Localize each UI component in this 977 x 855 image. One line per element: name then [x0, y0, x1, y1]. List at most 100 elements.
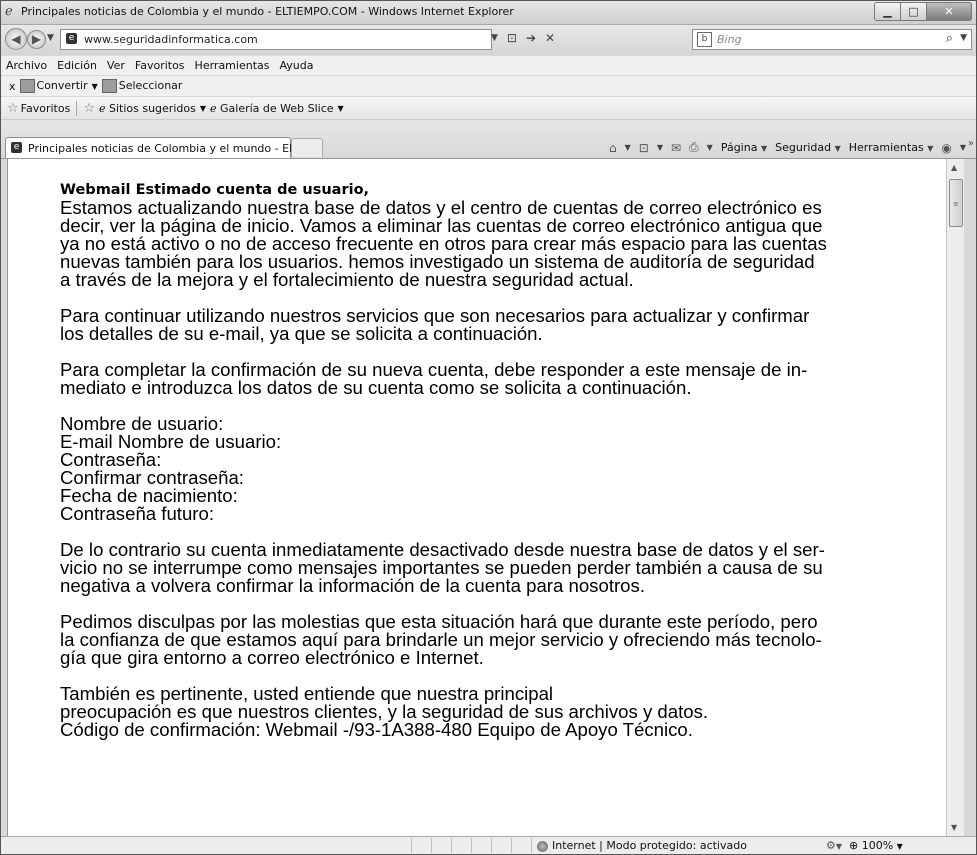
safety-menu[interactable]: Seguridad ▼ [775, 141, 841, 154]
email-paragraph: Estamos actualizando nuestra base de dat… [60, 197, 827, 290]
search-box[interactable]: b Bing ⌕ ▼ [692, 29, 972, 50]
title-bar: ℯ Principales noticias de Colombia y el … [1, 1, 976, 25]
tab-row: e Principales noticias de Colombia y el … [1, 120, 976, 159]
menu-edicion[interactable]: Edición [52, 59, 102, 72]
new-tab-button[interactable] [291, 138, 323, 157]
forward-button[interactable]: ▶ [27, 30, 46, 49]
status-cell [471, 838, 472, 853]
print-dropdown-icon[interactable]: ▼ [707, 143, 713, 152]
search-dropdown-icon[interactable]: ▼ [960, 33, 967, 43]
convert-button[interactable]: Convertir [19, 79, 88, 93]
page-content: Webmail Estimado cuenta de usuario, Esta… [7, 159, 946, 836]
tab-label: Principales noticias de Colombia y el mu… [28, 142, 306, 155]
stop-icon[interactable]: ✕ [545, 31, 555, 45]
convert-label: Convertir [36, 79, 88, 92]
scroll-grip-icon: ≡ [953, 200, 959, 208]
suggested-sites-link[interactable]: ℯ Sitios sugeridos [99, 102, 196, 115]
add-favorite-icon[interactable]: ☆ [83, 101, 95, 116]
help-icon[interactable]: ◉ [941, 141, 951, 155]
tools-menu-label: Herramientas [848, 141, 924, 154]
select-label: Seleccionar [118, 79, 183, 92]
minimize-button[interactable]: ▁ [874, 2, 901, 21]
home-icon[interactable]: ⌂ [609, 141, 617, 155]
command-overflow-icon[interactable]: » [968, 138, 974, 149]
convert-toolbar: x Convertir ▼ Seleccionar [1, 76, 976, 97]
safety-menu-label: Seguridad [775, 141, 832, 154]
close-toolbar-icon[interactable]: x [9, 80, 16, 93]
convert-icon [19, 79, 35, 93]
window-controls: ▁ □ ✕ [874, 2, 972, 21]
vertical-scrollbar[interactable]: ▲ ≡ ▼ [946, 159, 964, 836]
address-dropdown-icon[interactable]: ▼ [491, 33, 498, 45]
print-icon[interactable]: ⎙ [689, 140, 699, 155]
address-url[interactable]: www.seguridadinformatica.com [84, 33, 258, 46]
address-bar[interactable]: e www.seguridadinformatica.com [60, 29, 492, 50]
internet-globe-icon [537, 840, 548, 852]
menu-herramientas[interactable]: Herramientas [190, 59, 275, 72]
menu-favoritos[interactable]: Favoritos [130, 59, 190, 72]
tab-favicon-icon: e [11, 142, 22, 153]
email-closing: También es pertinente, usted entiende qu… [60, 683, 709, 740]
convert-dropdown-icon[interactable]: ▼ [92, 82, 98, 91]
menu-archivo[interactable]: Archivo [1, 59, 52, 72]
scroll-thumb[interactable]: ≡ [949, 179, 963, 227]
history-dropdown-icon[interactable]: ▼ [47, 33, 54, 43]
favorites-separator [76, 100, 78, 116]
status-cell [431, 838, 432, 853]
email-paragraph: Para completar la confirmación de su nue… [60, 359, 808, 398]
menu-ayuda[interactable]: Ayuda [274, 59, 318, 72]
web-slice-dropdown-icon[interactable]: ▼ [338, 104, 344, 113]
search-input[interactable]: Bing [717, 33, 742, 46]
help-dropdown-icon[interactable]: ▼ [960, 143, 966, 152]
security-zone[interactable]: Internet | Modo protegido: activado [537, 839, 747, 852]
scroll-down-icon[interactable]: ▼ [951, 823, 957, 832]
tools-dropdown-icon: ▼ [927, 144, 934, 153]
email-paragraph: Para continuar utilizando nuestros servi… [60, 305, 810, 344]
status-cell [531, 838, 532, 853]
web-slice-gallery-link[interactable]: ℯ Galería de Web Slice [210, 102, 334, 115]
page-menu-label: Página [720, 141, 758, 154]
feeds-icon[interactable]: ⊡ [639, 141, 649, 155]
mail-icon[interactable]: ✉ [671, 141, 681, 155]
select-button[interactable]: Seleccionar [101, 79, 183, 93]
browser-window: ℯ Principales noticias de Colombia y el … [0, 0, 977, 855]
favorites-button[interactable]: Favoritos [21, 102, 71, 115]
status-cell [491, 838, 492, 853]
active-tab[interactable]: e Principales noticias de Colombia y el … [5, 137, 306, 158]
close-button[interactable]: ✕ [927, 2, 972, 21]
compatibility-view-icon[interactable]: ⊡ [507, 31, 517, 45]
window-right-edge [964, 159, 976, 836]
suggested-sites-label: Sitios sugeridos [108, 101, 196, 115]
back-button[interactable]: ◀ [5, 28, 27, 50]
status-cell [451, 838, 452, 853]
email-body: Webmail Estimado cuenta de usuario, Esta… [60, 181, 936, 757]
address-row: ◀ ▶ ▼ e www.seguridadinformatica.com ▼ ⊡… [1, 25, 976, 55]
scroll-up-icon[interactable]: ▲ [951, 163, 957, 172]
maximize-button[interactable]: □ [901, 2, 927, 21]
home-dropdown-icon[interactable]: ▼ [625, 143, 631, 152]
status-cell [511, 838, 512, 853]
suggested-sites-dropdown-icon[interactable]: ▼ [200, 104, 206, 113]
menu-ver[interactable]: Ver [102, 59, 130, 72]
address-controls: ▼ ⊡ ➔ ✕ [491, 31, 555, 45]
refresh-icon[interactable]: ➔ [526, 31, 536, 45]
page-menu[interactable]: Página ▼ [721, 141, 767, 154]
feeds-dropdown-icon[interactable]: ▼ [657, 143, 663, 152]
email-paragraph: Pedimos disculpas por las molestias que … [60, 611, 822, 668]
zoom-level: 100% [861, 839, 894, 852]
email-paragraph: De lo contrario su cuenta inmediatamente… [60, 539, 825, 596]
zoom-control[interactable]: ⊕ 100% ▼ [849, 839, 903, 852]
search-icon[interactable]: ⌕ [946, 31, 953, 46]
email-field-list: Nombre de usuario: E-mail Nombre de usua… [60, 413, 282, 524]
bing-icon: b [697, 32, 712, 47]
security-zone-label: Internet | Modo protegido: activado [552, 839, 747, 852]
favorites-star-icon: ☆ [7, 100, 19, 116]
tools-menu[interactable]: Herramientas ▼ [849, 141, 934, 154]
favorites-bar: ☆ Favoritos ☆ ℯ Sitios sugeridos ▼ ℯ Gal… [1, 97, 976, 120]
protected-mode-icon[interactable]: ⚙▼ [826, 839, 842, 852]
ie-logo-icon: ℯ [5, 4, 13, 19]
command-bar: ⌂ ▼ ⊡ ▼ ✉ ⎙ ▼ Página ▼ Seguridad ▼ Herra… [609, 140, 966, 155]
web-slice-gallery-label: Galería de Web Slice [220, 101, 334, 115]
status-bar: Internet | Modo protegido: activado ⚙▼ ⊕… [1, 836, 976, 854]
menu-bar: Archivo Edición Ver Favoritos Herramient… [1, 56, 976, 76]
